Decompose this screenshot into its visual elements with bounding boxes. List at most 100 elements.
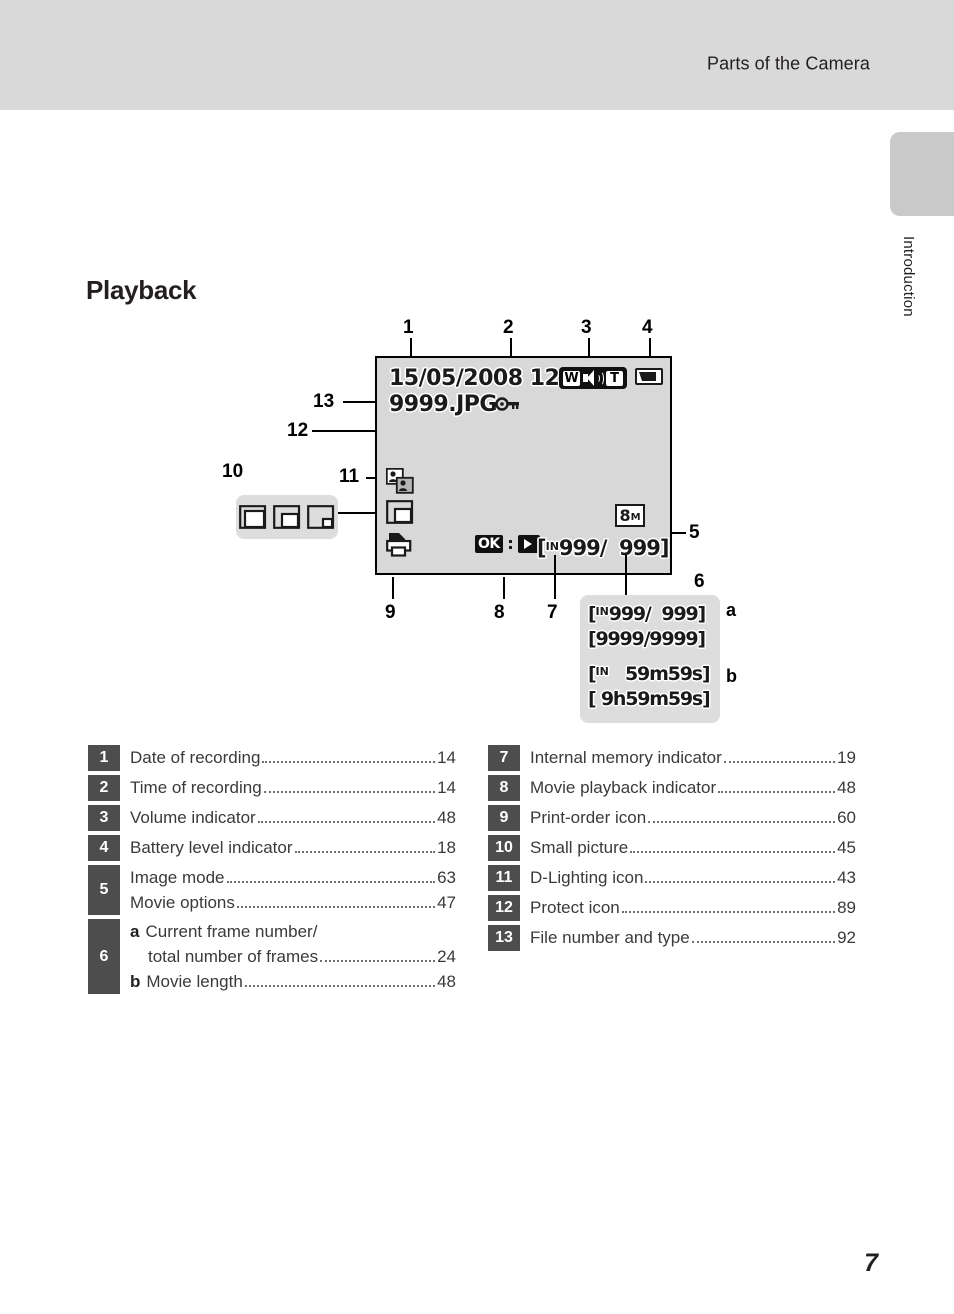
legend-entry-label: Image mode (130, 868, 225, 887)
frame-callout-line-2: [9999/9999] (588, 628, 706, 650)
image-mode-unit: M (630, 511, 641, 523)
speaker-icon (583, 370, 604, 386)
legend-page-number: 47 (437, 893, 456, 912)
frame-callout-value-1: 999/ 999] (608, 603, 706, 625)
legend-badge-1: 1 (88, 745, 120, 771)
legend-entries: Internal memory indicator 19 (520, 745, 856, 771)
legend-entry-label: Date of recording (130, 748, 261, 767)
osd-file-name: 9999.JPG (389, 392, 497, 417)
callout-number-10: 10 (222, 461, 244, 482)
frame-counter-bracket: [ (537, 536, 547, 560)
legend-entries: Protect icon 89 (520, 895, 856, 921)
leader-line-3 (588, 338, 590, 356)
frame-counter-value: 999/ 999] (558, 536, 670, 560)
frame-count-callout: [IN999/ 999] [9999/9999] [IN 59m59s] [ 9… (580, 595, 720, 723)
legend-entry: b Movie length 48 (130, 969, 456, 994)
callout-number-2: 2 (503, 317, 514, 338)
internal-memory-mark: IN (595, 665, 609, 678)
callout-letter-a: a (726, 600, 737, 620)
legend-page-number: 14 (437, 748, 456, 767)
legend-entry: File number and type 92 (530, 925, 856, 950)
internal-memory-indicator: IN (545, 540, 559, 553)
callout-number-1: 1 (403, 317, 414, 338)
legend-page-number: 60 (837, 808, 856, 827)
legend-row: 8 Movie playback indicator 48 (488, 775, 856, 801)
leader-line-4 (649, 338, 651, 356)
legend-page-number: 19 (837, 748, 856, 767)
page-number: 7 (864, 1249, 878, 1277)
legend-row: 1 Date of recording 14 (88, 745, 456, 771)
callout-number-11: 11 (339, 466, 360, 487)
small-picture-callout (236, 495, 338, 539)
legend-entry-label-cont: total number of frames (148, 947, 319, 966)
small-picture-icon (386, 500, 414, 524)
frame-callout-line-1: [IN999/ 999] (588, 603, 706, 625)
legend-row: 3 Volume indicator 48 (88, 805, 456, 831)
legend-entry: Print-order icon 60 (530, 805, 856, 830)
callout-number-4: 4 (642, 317, 653, 338)
legend-entries: D-Lighting icon 43 (520, 865, 856, 891)
legend-badge-2: 2 (88, 775, 120, 801)
frame-callout-value-4: 9h59m59s] (595, 688, 711, 710)
legend-entry: Small picture 45 (530, 835, 856, 860)
legend-row: 10 Small picture 45 (488, 835, 856, 861)
legend-entry: Battery level indicator 18 (130, 835, 456, 860)
volume-indicator: W T (559, 367, 627, 389)
legend-badge-4: 4 (88, 835, 120, 861)
legend-row: 2 Time of recording 14 (88, 775, 456, 801)
legend-sublabel: a (130, 922, 140, 941)
legend-entries: Volume indicator 48 (120, 805, 456, 831)
legend-page-number: 43 (837, 868, 856, 887)
legend-badge-9: 9 (488, 805, 520, 831)
callout-number-6: 6 (694, 571, 705, 592)
print-order-icon (386, 533, 412, 557)
movie-playback-indicator: OK (475, 535, 540, 553)
legend-sublabel: b (130, 972, 141, 991)
legend-column-right: 7 Internal memory indicator 19 8 Movie playb… (488, 745, 856, 955)
legend-entries: Movie playback indicator 48 (520, 775, 856, 801)
frame-callout-line-3: [IN 59m59s] (588, 663, 711, 685)
callout-number-12: 12 (287, 420, 309, 441)
legend-badge-11: 11 (488, 865, 520, 891)
legend-page-number: 48 (437, 808, 456, 827)
camera-lcd-screen: 15/05/2008 12:00 9999.JPG W T 8 M OK [IN… (375, 356, 672, 575)
legend-entry: Date of recording 14 (130, 745, 456, 770)
leader-dots (630, 851, 836, 853)
small-picture-small-icon (307, 505, 335, 529)
legend-entries: Print-order icon 60 (520, 805, 856, 831)
legend-entry: D-Lighting icon 43 (530, 865, 856, 890)
legend-entry-label: Battery level indicator (130, 838, 293, 857)
legend-page-number: 48 (437, 972, 456, 991)
callout-number-7: 7 (547, 602, 558, 623)
leader-line-6 (625, 555, 627, 598)
legend-page-number: 48 (837, 778, 856, 797)
callout-number-13: 13 (313, 391, 335, 412)
legend-badge-12: 12 (488, 895, 520, 921)
internal-memory-mark: IN (595, 605, 609, 618)
leader-dots (244, 985, 436, 987)
leader-line-2 (510, 338, 512, 356)
legend-entry: a Current frame number/total number of fr… (130, 919, 456, 969)
legend-entry: Volume indicator 48 (130, 805, 456, 830)
legend-badge-5: 5 (88, 865, 120, 915)
protect-key-icon (495, 397, 519, 411)
frame-callout-value-2: 9999/9999] (595, 628, 706, 650)
legend-entries: Image mode 63 Movie options 47 (120, 865, 456, 915)
legend-entries: Date of recording 14 (120, 745, 456, 771)
volume-wide-label: W (563, 370, 580, 386)
legend-entry-label: Small picture (530, 838, 629, 857)
legend-badge-8: 8 (488, 775, 520, 801)
legend-entries: File number and type 92 (520, 925, 856, 951)
leader-dots (262, 761, 436, 763)
legend-entry-label: D-Lighting icon (530, 868, 644, 887)
playback-display-diagram: 1 2 3 4 13 12 10 11 5 6 15/05/2008 12:00… (0, 0, 954, 740)
legend-entries: Small picture 45 (520, 835, 856, 861)
leader-dots (723, 761, 836, 763)
callout-letter-b: b (726, 666, 737, 686)
legend-entry: Internal memory indicator 19 (530, 745, 856, 770)
legend-page-number: 89 (837, 898, 856, 917)
volume-tele-label: T (606, 370, 623, 386)
legend-entries: a Current frame number/total number of fr… (120, 919, 456, 994)
legend-badge-7: 7 (488, 745, 520, 771)
legend-page-number: 24 (437, 947, 456, 966)
